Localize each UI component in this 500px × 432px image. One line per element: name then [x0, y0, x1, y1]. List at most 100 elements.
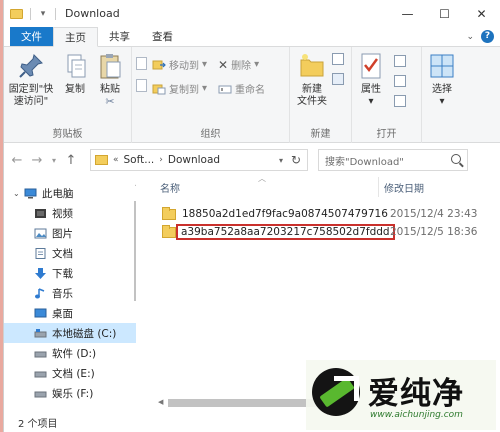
move-to-button[interactable]: 移动到 ▾ [152, 57, 207, 72]
customize-toolbar-icon[interactable]: ▾ [38, 8, 48, 20]
chevron-down-icon[interactable]: ⌄ [466, 32, 474, 42]
column-divider[interactable] [378, 177, 379, 197]
scissors-icon[interactable]: ✂ [105, 96, 114, 108]
quick-access-toolbar: ▾ [4, 7, 59, 20]
properties-icon [356, 51, 386, 81]
nav-item-documents[interactable]: 文档 [4, 243, 136, 263]
tab-view[interactable]: 查看 [141, 27, 184, 46]
file-name: a39ba752a8aa7203217c758502d7fddd [176, 224, 395, 240]
new-folder-icon [297, 51, 327, 81]
column-header-name[interactable]: 名称 [160, 180, 180, 195]
nav-item-drive-f[interactable]: 娱乐 (F:) [4, 383, 136, 403]
title-bar: ▾ Download — ☐ ✕ [4, 0, 500, 27]
copy-icon [60, 51, 90, 81]
computer-icon [24, 188, 37, 199]
copy-to-button[interactable]: 复制到 ▾ [152, 81, 207, 96]
tab-share[interactable]: 共享 [98, 27, 141, 46]
watermark: 爱纯净 www.aichunjing.com [306, 360, 496, 430]
help-icon[interactable]: ? [481, 30, 494, 43]
breadcrumb-soft[interactable]: Soft... [124, 154, 155, 166]
refresh-icon[interactable]: ↻ [291, 153, 301, 167]
pin-quick-access-button[interactable]: 固定到"快 速访问" [8, 51, 54, 108]
address-bar[interactable]: « Soft... › Download ▾ ↻ [90, 149, 308, 171]
properties-button[interactable]: 属性 ▾ [356, 51, 386, 108]
overflow-chevron[interactable]: « [113, 155, 119, 165]
video-icon [34, 208, 47, 219]
nav-item-music[interactable]: 音乐 [4, 283, 136, 303]
paste-button[interactable]: 粘贴 ✂ [94, 51, 126, 108]
paste-icon [95, 51, 125, 81]
item-count: 2 个项目 [18, 418, 58, 430]
ribbon: 固定到"快 速访问" 复制 粘贴 ✂ 剪贴板 移动到 ▾ ✕ 删除 ▾ 复制到 … [4, 47, 500, 143]
file-row[interactable]: 18850a2d1ed7f9fac9a0874507479716 2015/12… [162, 205, 477, 223]
nav-item-pictures[interactable]: 图片 [4, 223, 136, 243]
search-icon[interactable] [451, 154, 461, 164]
chevron-down-icon[interactable]: ⌄ [13, 189, 20, 198]
chevron-down-icon: ▾ [368, 96, 374, 107]
history-icon[interactable] [394, 95, 406, 107]
watermark-url: www.aichunjing.com [370, 410, 463, 420]
copy-button[interactable]: 复制 [60, 51, 90, 96]
clipboard-group-label: 剪贴板 [52, 129, 83, 140]
chevron-down-icon[interactable]: ▾ [279, 156, 283, 165]
open-icon[interactable] [394, 55, 406, 67]
open-group-label: 打开 [376, 129, 397, 140]
maximize-button[interactable]: ☐ [426, 0, 463, 27]
scroll-up-arrow-icon[interactable]: ▲ [133, 179, 136, 187]
organize-group-label: 组织 [200, 129, 221, 140]
file-row-highlighted[interactable]: a39ba752a8aa7203217c758502d7fddd 2015/12… [162, 223, 477, 241]
toolbar-divider [55, 7, 56, 20]
window-title: Download [65, 7, 120, 20]
forward-arrow-icon[interactable]: → [30, 153, 44, 168]
folder-icon [10, 8, 23, 19]
nav-item-label: 文档 [52, 247, 73, 260]
navigation-pane: ⌄ 此电脑 视频 图片 文档 下载 音乐 桌面 本地磁盘 (C:) 软件 (D:… [4, 177, 136, 412]
nav-item-desktop[interactable]: 桌面 [4, 303, 136, 323]
back-arrow-icon[interactable]: ← [10, 153, 24, 168]
select-label: 选择 [432, 84, 452, 95]
nav-item-videos[interactable]: 视频 [4, 203, 136, 223]
minimize-button[interactable]: — [389, 0, 426, 27]
chevron-down-icon: ▾ [439, 96, 445, 107]
delete-button[interactable]: ✕ 删除 ▾ [218, 57, 259, 73]
search-input[interactable]: 搜索"Download" [318, 149, 468, 171]
new-folder-label: 新建 文件夹 [297, 84, 327, 107]
new-folder-button[interactable]: 新建 文件夹 [294, 51, 330, 108]
chevron-right-icon[interactable]: › [159, 155, 163, 165]
easy-access-icon[interactable] [332, 73, 344, 85]
breadcrumb-download[interactable]: Download [168, 154, 220, 166]
nav-item-drive-c[interactable]: 本地磁盘 (C:) [4, 323, 136, 343]
copy-to-label: 复制到 [169, 85, 199, 96]
close-button[interactable]: ✕ [463, 0, 500, 27]
nav-item-drive-d[interactable]: 软件 (D:) [4, 343, 136, 363]
up-arrow-icon[interactable]: ↑ [64, 153, 78, 168]
select-button[interactable]: 选择 ▾ [426, 51, 458, 108]
nav-item-this-pc[interactable]: ⌄ 此电脑 [4, 183, 136, 203]
move-to-label: 移动到 [169, 61, 199, 72]
nav-item-label: 文档 (E:) [52, 367, 95, 380]
new-item-icon[interactable] [332, 53, 344, 65]
scroll-left-arrow-icon[interactable]: ◀ [158, 398, 163, 406]
download-icon [34, 267, 47, 279]
pictures-icon [34, 228, 47, 239]
delete-label: 删除 [231, 61, 252, 72]
nav-scrollbar[interactable]: ▲ [133, 177, 136, 412]
nav-item-drive-e[interactable]: 文档 (E:) [4, 363, 136, 383]
ribbon-tabs: 文件 主页 共享 查看 ⌄ ? [4, 27, 500, 47]
select-group: 选择 ▾ [422, 47, 462, 143]
edit-icon[interactable] [394, 75, 406, 87]
scrollbar-thumb[interactable] [168, 399, 318, 407]
scrollbar-thumb[interactable] [134, 201, 136, 301]
nav-item-downloads[interactable]: 下载 [4, 263, 136, 283]
chevron-down-icon[interactable]: ▾ [50, 156, 58, 165]
rename-button[interactable]: 重命名 [218, 81, 265, 96]
pin-label: 固定到"快 速访问" [8, 84, 54, 107]
tab-home[interactable]: 主页 [53, 27, 98, 47]
nav-item-label: 视频 [52, 207, 73, 220]
tab-file[interactable]: 文件 [10, 27, 53, 46]
open-group: 属性 ▾ 打开 [352, 47, 422, 143]
column-header-date[interactable]: 修改日期 [384, 180, 424, 195]
file-date: 2015/12/4 23:43 [390, 208, 478, 220]
music-icon [34, 287, 47, 299]
address-bar-row: ← → ▾ ↑ « Soft... › Download ▾ ↻ 搜索"Down… [4, 143, 500, 177]
